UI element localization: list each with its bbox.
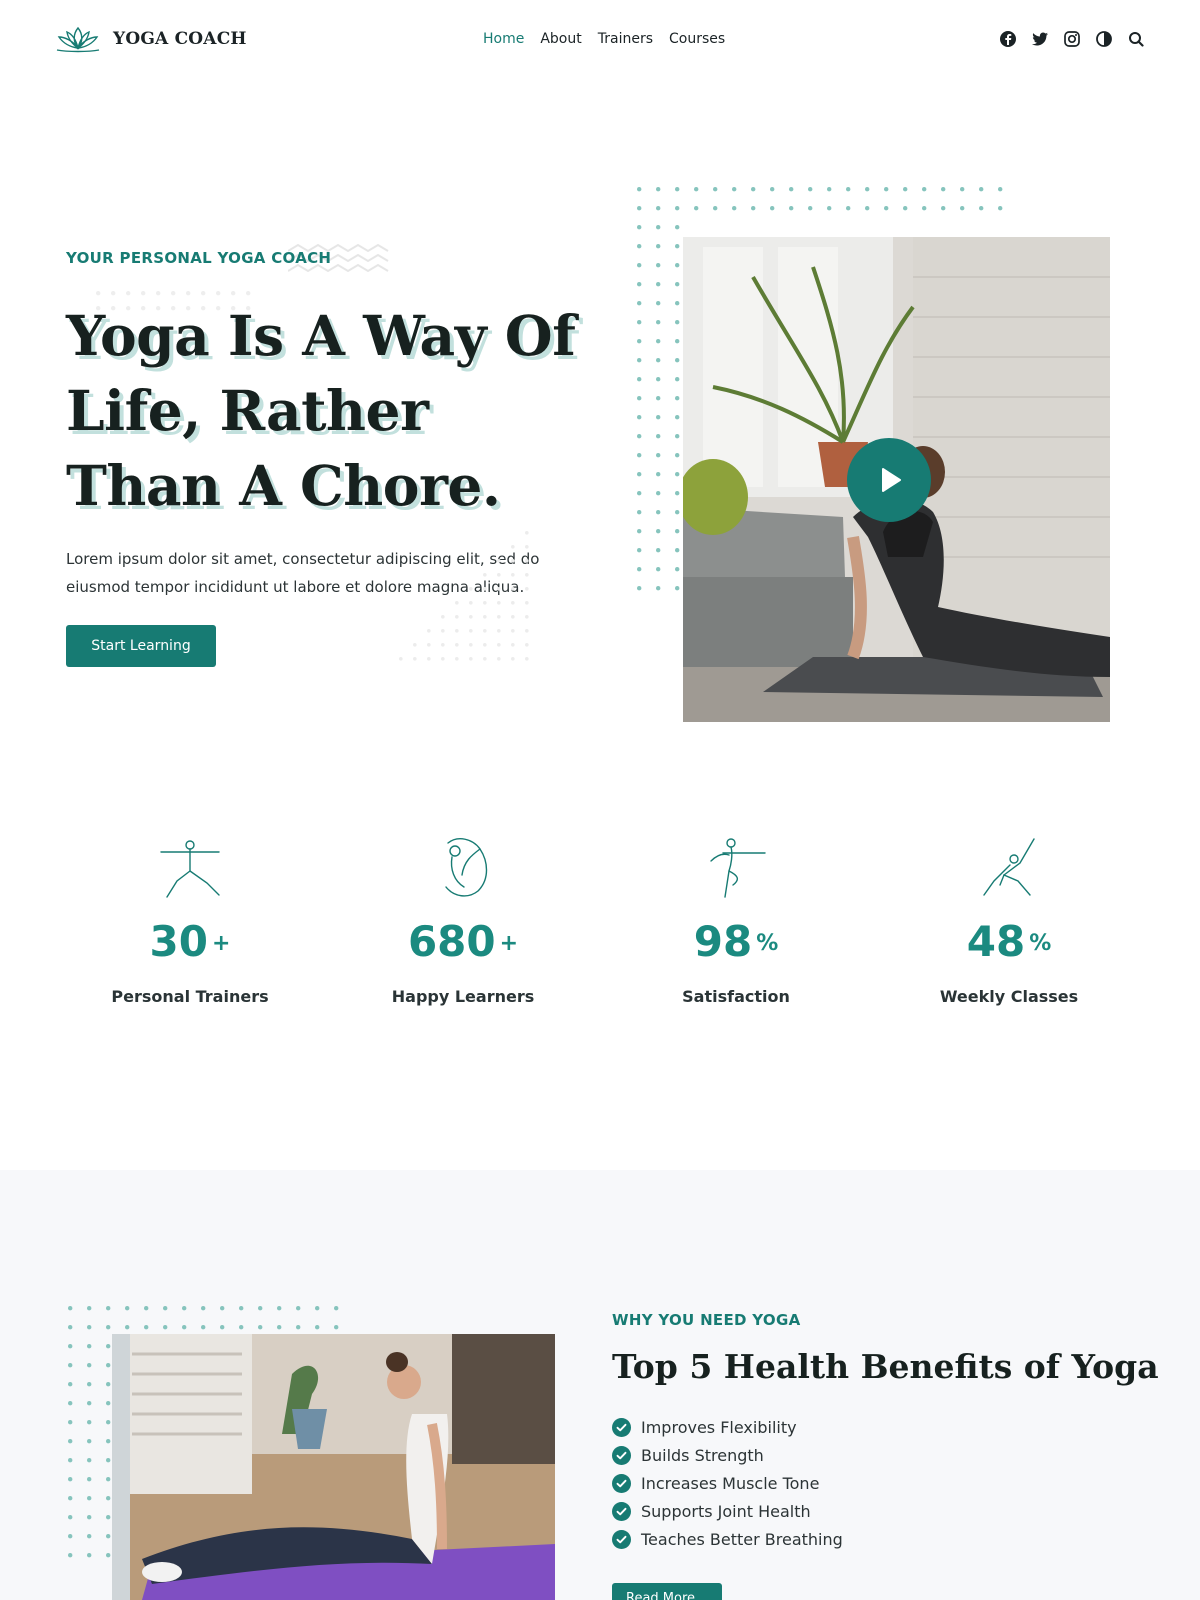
bow-pose-icon xyxy=(445,838,488,897)
list-item: Teaches Better Breathing xyxy=(612,1525,843,1553)
stat-label: Weekly Classes xyxy=(939,987,1079,1006)
hero-eyebrow: YOUR PERSONAL YOGA COACH xyxy=(66,249,332,267)
list-item: Improves Flexibility xyxy=(612,1413,843,1441)
benefit-text: Supports Joint Health xyxy=(641,1501,811,1521)
header-icons xyxy=(999,30,1145,48)
check-circle-icon xyxy=(612,1529,631,1549)
lotus-icon xyxy=(56,26,100,53)
benefit-text: Builds Strength xyxy=(641,1445,764,1465)
instagram-icon[interactable] xyxy=(1063,30,1081,48)
list-item: Supports Joint Health xyxy=(612,1497,843,1525)
stat-value: 680 + xyxy=(407,917,519,966)
nav-about[interactable]: About xyxy=(540,31,581,47)
stat-personal-trainers: 30 + Personal Trainers xyxy=(90,835,290,1006)
twitter-icon[interactable] xyxy=(1031,30,1049,48)
standing-pose-icon xyxy=(710,838,766,898)
stat-happy-learners: 680 + Happy Learners xyxy=(363,835,563,1006)
benefit-text: Teaches Better Breathing xyxy=(641,1529,843,1549)
stat-value: 48% xyxy=(966,917,1052,966)
yoga-stretch-photo xyxy=(112,1334,555,1600)
stat-value: 98% xyxy=(693,917,779,966)
benefits-eyebrow: WHY YOU NEED YOGA xyxy=(612,1311,801,1329)
stat-label: Personal Trainers xyxy=(111,987,269,1006)
hero-title: Yoga Is A Way Of Life, Rather Than A Cho… xyxy=(66,303,576,518)
benefit-text: Improves Flexibility xyxy=(641,1417,797,1437)
triangle-pose-icon xyxy=(983,838,1035,896)
read-more-button[interactable]: Read More xyxy=(612,1583,722,1600)
stat-label: Happy Learners xyxy=(391,987,535,1006)
stat-label: Satisfaction xyxy=(682,987,790,1006)
main-nav: Home About Trainers Courses xyxy=(483,31,725,47)
nav-trainers[interactable]: Trainers xyxy=(598,31,653,47)
check-circle-icon xyxy=(612,1445,631,1465)
list-item: Increases Muscle Tone xyxy=(612,1469,843,1497)
check-circle-icon xyxy=(612,1417,631,1437)
search-icon[interactable] xyxy=(1127,30,1145,48)
site-header: YOGA COACH Home About Trainers Courses xyxy=(0,0,1200,80)
play-video-button[interactable] xyxy=(847,438,931,522)
woman-stretching-image xyxy=(112,1334,555,1600)
dark-mode-icon[interactable] xyxy=(1095,30,1113,48)
benefits-title: Top 5 Health Benefits of Yoga xyxy=(612,1347,1159,1386)
start-learning-button[interactable]: Start Learning xyxy=(66,625,216,667)
brand-name: YOGA COACH xyxy=(113,29,247,49)
play-icon xyxy=(882,468,901,492)
nav-home[interactable]: Home xyxy=(483,31,524,47)
benefit-text: Increases Muscle Tone xyxy=(641,1473,820,1493)
stat-satisfaction: 98% Satisfaction xyxy=(636,835,836,1006)
warrior-pose-icon xyxy=(160,840,220,898)
list-item: Builds Strength xyxy=(612,1441,843,1469)
benefits-list: Improves Flexibility Builds Strength Inc… xyxy=(612,1413,843,1553)
facebook-icon[interactable] xyxy=(999,30,1017,48)
stat-weekly-classes: 48% Weekly Classes xyxy=(909,835,1109,1006)
stat-value: 30 + xyxy=(149,917,231,966)
check-circle-icon xyxy=(612,1501,631,1521)
brand-logo[interactable]: YOGA COACH xyxy=(55,24,247,54)
check-circle-icon xyxy=(612,1473,631,1493)
nav-courses[interactable]: Courses xyxy=(669,31,725,47)
dot-pattern-decoration xyxy=(399,531,529,661)
